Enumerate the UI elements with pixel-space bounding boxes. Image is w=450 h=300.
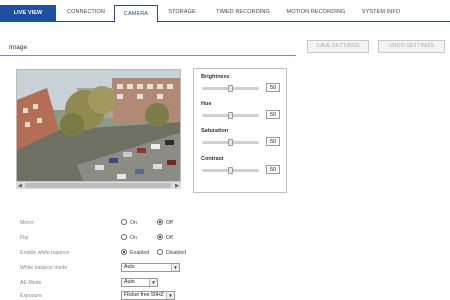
exposure-label: Exposure — [20, 293, 42, 299]
top-nav: LIVE VIEW CONNECTION CAMERA STORAGE TIME… — [0, 0, 450, 23]
flip-label: Flip: — [20, 235, 30, 241]
saturation-slider-handle[interactable] — [228, 139, 233, 146]
white-balance-mode-select[interactable]: Auto ▼ — [121, 263, 180, 272]
ae-mode-select[interactable]: Auto ▼ — [121, 278, 158, 287]
contrast-slider-handle[interactable] — [228, 167, 233, 174]
contrast-slider[interactable] — [202, 167, 259, 174]
white-balance-disabled-radio[interactable] — [157, 249, 163, 255]
chevron-down-icon: ▼ — [171, 264, 179, 271]
mirror-label: Mirror: — [20, 220, 35, 226]
hue-value[interactable]: 50 — [266, 110, 280, 119]
brightness-slider[interactable] — [202, 85, 259, 92]
tab-timed-recording[interactable]: TIMED RECORDING — [208, 4, 278, 22]
mirror-off-radio[interactable] — [157, 219, 163, 225]
chevron-down-icon: ▼ — [166, 292, 174, 299]
saturation-value[interactable]: 50 — [266, 137, 280, 146]
flip-off-radio[interactable] — [157, 234, 163, 240]
hue-slider-handle[interactable] — [228, 112, 233, 119]
tab-system-info[interactable]: SYSTEM INFO — [354, 4, 408, 22]
flip-off-text: Off — [166, 235, 173, 241]
white-balance-disabled-text: Disabled — [166, 250, 187, 256]
white-balance-mode-label: White balance mode — [20, 265, 68, 271]
saturation-slider[interactable] — [202, 139, 259, 146]
ae-mode-label: AE Mode — [20, 280, 42, 286]
white-balance-label: Enable white balance — [20, 250, 70, 256]
brightness-slider-handle[interactable] — [228, 85, 233, 92]
camera-scene-image — [17, 70, 180, 188]
flip-on-radio[interactable] — [121, 234, 127, 240]
ae-mode-value: Auto — [124, 279, 135, 285]
contrast-value[interactable]: 50 — [266, 165, 280, 174]
scroll-left-icon[interactable]: ◀ — [18, 183, 22, 189]
chevron-down-icon: ▼ — [149, 279, 157, 286]
hue-label: Hue — [201, 101, 212, 107]
white-balance-mode-value: Auto — [124, 264, 135, 270]
camera-preview — [16, 69, 181, 189]
save-settings-button[interactable]: SAVE SETTINGS — [307, 40, 369, 53]
brightness-label: Brightness — [201, 74, 230, 80]
exposure-select[interactable]: Flicker free 50HZ ▼ — [121, 291, 175, 300]
flip-on-text: On — [130, 235, 137, 241]
tab-storage[interactable]: STORAGE — [160, 4, 204, 22]
section-title: Image — [9, 44, 28, 51]
tab-connection[interactable]: CONNECTION — [58, 4, 114, 22]
white-balance-enabled-radio[interactable] — [121, 249, 127, 255]
white-balance-enabled-text: Enabled — [130, 250, 150, 256]
mirror-on-radio[interactable] — [121, 219, 127, 225]
scrollbar-thumb[interactable] — [25, 183, 171, 188]
tab-camera[interactable]: CAMERA — [114, 5, 158, 23]
hue-slider[interactable] — [202, 112, 259, 119]
exposure-value: Flicker free 50HZ — [124, 292, 164, 298]
undo-settings-button[interactable]: UNDO SETTINGS — [378, 40, 445, 53]
tab-motion-recording[interactable]: MOTION RECORDING — [280, 4, 352, 22]
mirror-on-text: On — [130, 220, 137, 226]
brightness-value[interactable]: 50 — [266, 83, 280, 92]
mirror-off-text: Off — [166, 220, 173, 226]
section-divider — [0, 55, 296, 56]
preview-scrollbar[interactable]: ◀ ▶ — [16, 181, 181, 189]
image-adjust-panel: Brightness 50 Hue 50 Saturation 50 Contr… — [193, 68, 287, 193]
contrast-label: Contrast — [201, 156, 224, 162]
saturation-label: Saturation — [201, 128, 229, 134]
scroll-right-icon[interactable]: ▶ — [175, 183, 179, 189]
tab-live-view[interactable]: LIVE VIEW — [0, 5, 56, 22]
